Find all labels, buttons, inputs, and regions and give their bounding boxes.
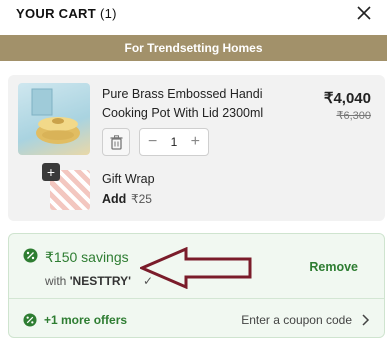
cart-count: (1): [99, 6, 117, 21]
applied-coupon-prefix: with: [45, 274, 67, 288]
close-icon[interactable]: [355, 4, 373, 22]
product-mrp: ₹6,300: [336, 110, 371, 122]
applied-coupon-line: with 'NESTTRY': [45, 274, 131, 288]
more-offers-link[interactable]: +1 more offers: [44, 313, 127, 327]
quantity-value: 1: [170, 135, 178, 149]
savings-text: ₹150 savings: [45, 249, 129, 265]
trash-icon: [110, 134, 122, 150]
more-offers-discount-icon: [23, 313, 37, 327]
product-pot-illustration: [31, 88, 80, 144]
cart-title: YOUR CART (1): [16, 6, 117, 21]
remove-coupon-button[interactable]: Remove: [309, 260, 358, 274]
remove-item-button[interactable]: [102, 128, 130, 156]
cart-header: YOUR CART (1): [0, 0, 387, 32]
chevron-right-icon[interactable]: [360, 314, 370, 326]
gift-wrap-title: Gift Wrap: [102, 172, 155, 186]
enter-coupon-link[interactable]: Enter a coupon code: [241, 313, 352, 327]
promo-banner: For Trendsetting Homes: [0, 35, 387, 61]
gift-wrap-add-icon[interactable]: +: [42, 163, 60, 181]
applied-coupon-code: 'NESTTRY': [69, 274, 131, 288]
discount-icon: [23, 248, 38, 263]
promo-banner-text: For Trendsetting Homes: [124, 41, 263, 55]
decrement-button[interactable]: −: [148, 134, 157, 150]
product-price: ₹4,040: [323, 90, 371, 107]
cart-title-text: YOUR CART: [16, 6, 96, 21]
product-name[interactable]: Pure Brass Embossed Handi Cooking Pot Wi…: [102, 85, 302, 123]
gift-wrap-price: ₹25: [131, 192, 152, 206]
quantity-stepper: − 1 +: [139, 128, 209, 156]
coupon-divider: [9, 298, 384, 299]
annotation-arrow: [140, 247, 252, 289]
cart-item-card: Pure Brass Embossed Handi Cooking Pot Wi…: [8, 75, 385, 221]
increment-button[interactable]: +: [191, 134, 200, 150]
gift-wrap-add-button[interactable]: Add: [102, 192, 126, 206]
product-image[interactable]: [18, 83, 90, 155]
